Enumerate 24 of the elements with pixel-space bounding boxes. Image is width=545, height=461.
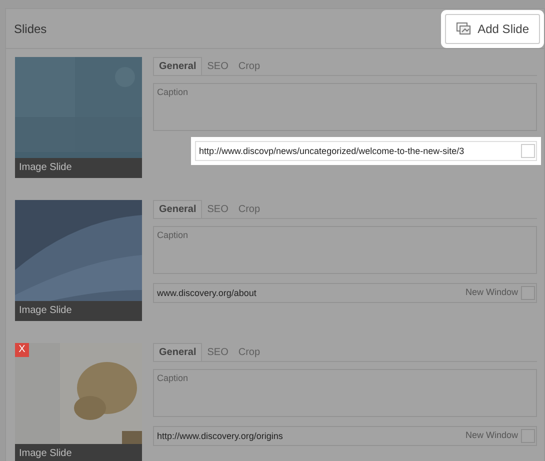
new-window-label: New Window bbox=[465, 429, 518, 442]
slides-icon bbox=[456, 22, 472, 36]
delete-button[interactable]: X bbox=[15, 343, 29, 357]
caption-field[interactable]: Caption bbox=[153, 83, 537, 131]
slide-type-label: Image Slide bbox=[15, 158, 142, 178]
tab[interactable]: General bbox=[153, 200, 202, 218]
tab[interactable]: Crop bbox=[233, 57, 266, 75]
new-window-checkbox[interactable] bbox=[521, 286, 535, 300]
tab[interactable]: SEO bbox=[202, 57, 234, 75]
caption-field[interactable]: Caption bbox=[153, 226, 537, 274]
slide-type-label: Image Slide bbox=[15, 301, 142, 321]
tab[interactable]: SEO bbox=[202, 200, 234, 218]
tab[interactable]: General bbox=[153, 343, 202, 361]
new-window-label: New Window bbox=[465, 286, 518, 300]
caption-field[interactable]: Caption bbox=[153, 369, 537, 417]
panel-title: Slides bbox=[14, 20, 47, 38]
tab[interactable]: Crop bbox=[233, 200, 266, 218]
new-window-checkbox[interactable] bbox=[521, 429, 535, 443]
tab[interactable]: Crop bbox=[233, 343, 266, 361]
new-window-checkbox[interactable] bbox=[521, 144, 535, 158]
url-field[interactable]: http://www.discovp/news/uncategorized/welcome-to-the-new-site/3 bbox=[195, 141, 537, 161]
tab[interactable]: SEO bbox=[202, 343, 234, 361]
tab[interactable]: General bbox=[153, 57, 202, 75]
slide-type-label: Image Slide bbox=[15, 444, 142, 461]
